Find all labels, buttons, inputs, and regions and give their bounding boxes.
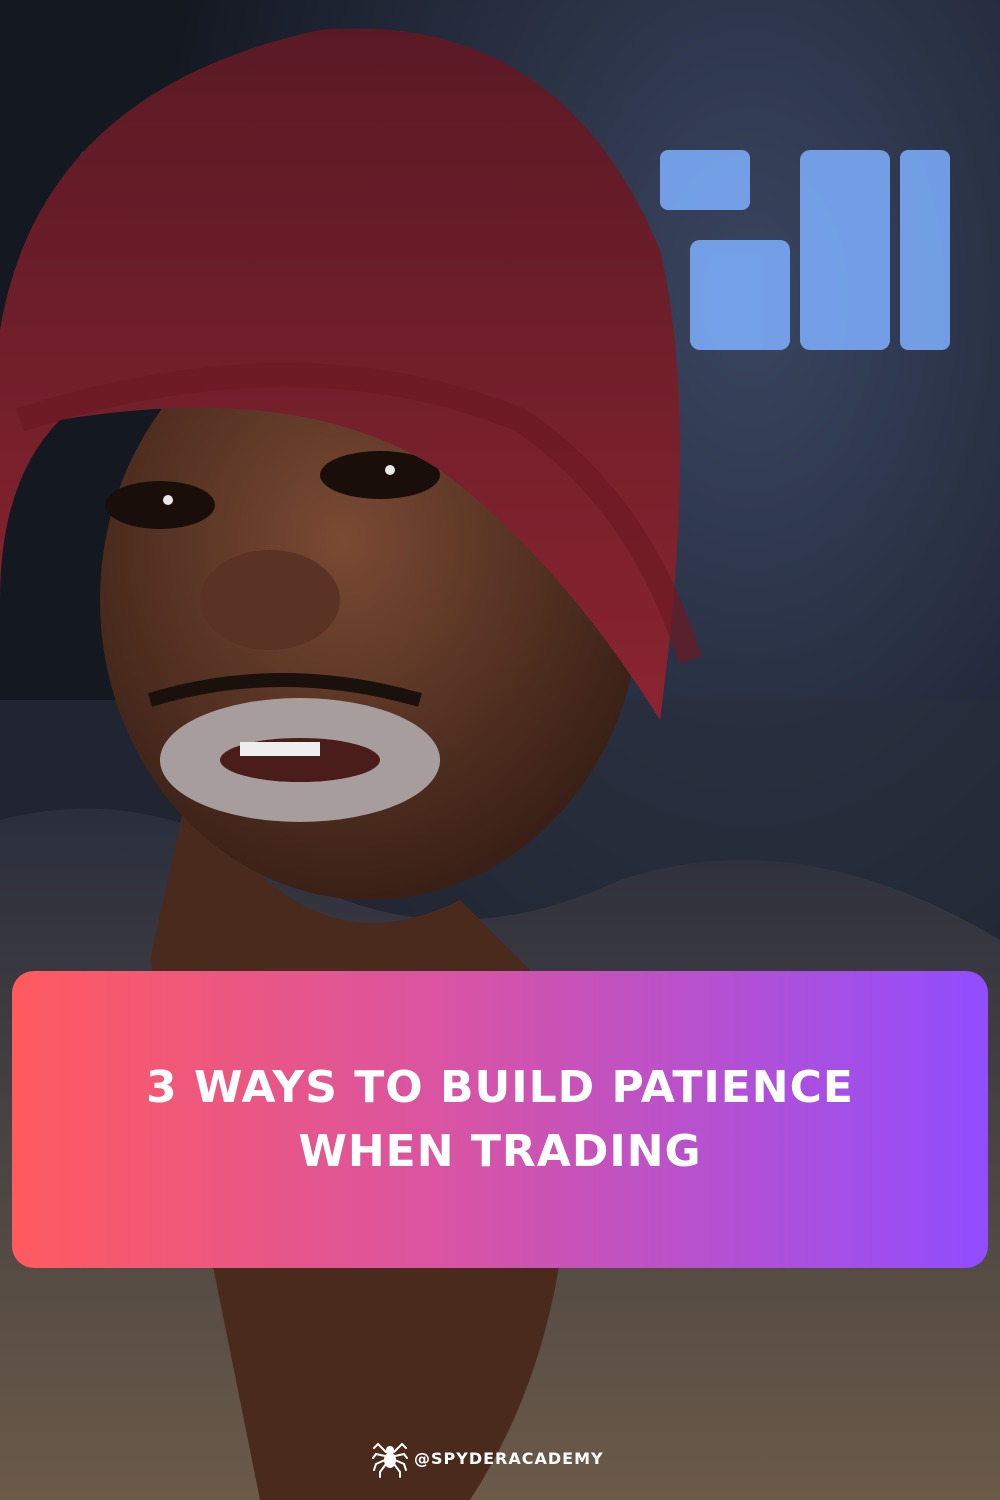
- title-banner: 3 WAYS TO BUILD PATIENCE WHEN TRADING: [12, 971, 988, 1268]
- headline: 3 WAYS TO BUILD PATIENCE WHEN TRADING: [90, 1056, 910, 1184]
- headline-line-1: 3 WAYS TO BUILD PATIENCE: [146, 1061, 854, 1113]
- background-photo: [0, 0, 1000, 1500]
- brand-handle-text: @SPYDERACADEMY: [414, 1448, 604, 1468]
- brand-handle: @SPYDERACADEMY: [372, 1438, 604, 1478]
- spider-icon: [372, 1442, 408, 1478]
- headline-line-2: WHEN TRADING: [298, 1125, 702, 1177]
